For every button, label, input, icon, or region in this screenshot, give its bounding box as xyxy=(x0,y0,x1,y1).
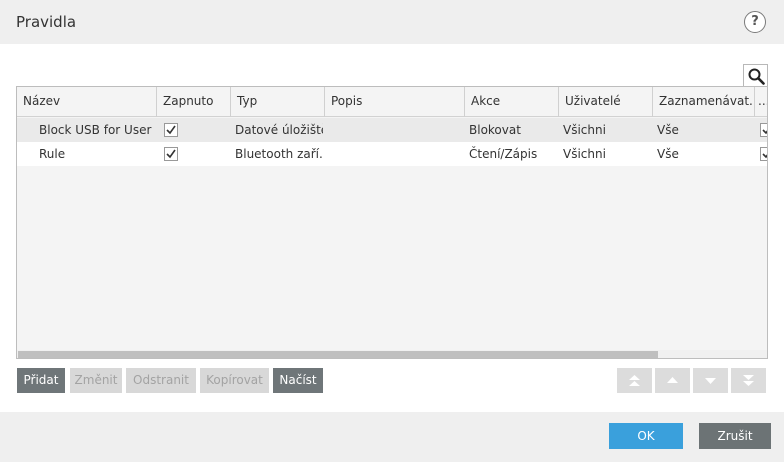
cell-type: Datové úložiště xyxy=(235,123,323,137)
ok-button[interactable]: OK xyxy=(609,423,683,449)
enabled-checkbox[interactable] xyxy=(164,123,178,137)
column-header-users[interactable]: Uživatelé xyxy=(559,87,653,117)
cancel-button[interactable]: Zrušit xyxy=(699,423,771,449)
scrollbar-thumb[interactable] xyxy=(18,351,658,358)
column-header-action[interactable]: Akce xyxy=(465,87,559,117)
search-icon[interactable] xyxy=(743,64,768,87)
cell-users: Všichni xyxy=(563,147,606,161)
title-bar xyxy=(0,0,784,44)
add-button[interactable]: Přidat xyxy=(17,368,65,393)
chevron-up-icon xyxy=(667,377,678,383)
help-icon[interactable]: ? xyxy=(744,11,766,33)
cell-type: Bluetooth zaří... xyxy=(235,147,323,161)
column-header-log[interactable]: Zaznamenávat... xyxy=(653,87,755,117)
move-up-button[interactable] xyxy=(655,368,690,393)
table-row[interactable]: Block USB for User Datové úložiště Bloko… xyxy=(17,118,767,142)
cell-description xyxy=(329,142,463,166)
double-chevron-down-icon xyxy=(743,375,754,386)
horizontal-scrollbar[interactable] xyxy=(17,350,767,358)
move-top-button[interactable] xyxy=(617,368,652,393)
table-header: Název Zapnuto Typ Popis Akce Uživatelé Z… xyxy=(17,87,767,117)
row-extra-checkbox[interactable] xyxy=(760,123,767,137)
column-header-more[interactable]: ... xyxy=(755,87,767,117)
column-header-name[interactable]: Název xyxy=(17,87,157,117)
column-header-description[interactable]: Popis xyxy=(325,87,465,117)
cell-log: Vše xyxy=(657,123,679,137)
cell-log: Vše xyxy=(657,147,679,161)
remove-button[interactable]: Odstranit xyxy=(126,368,196,393)
dialog-title: Pravidla xyxy=(16,13,77,31)
load-button[interactable]: Načíst xyxy=(273,368,323,393)
cell-name: Block USB for User xyxy=(39,123,152,137)
cell-users: Všichni xyxy=(563,123,606,137)
cell-action: Čtení/Zápis xyxy=(469,147,538,161)
enabled-checkbox[interactable] xyxy=(164,147,178,161)
chevron-down-icon xyxy=(705,378,716,384)
row-extra-checkbox[interactable] xyxy=(760,147,767,161)
copy-button[interactable]: Kopírovat xyxy=(200,368,269,393)
column-header-enabled[interactable]: Zapnuto xyxy=(157,87,231,117)
cell-description xyxy=(329,118,463,142)
table-row[interactable]: Rule Bluetooth zaří... Čtení/Zápis Všich… xyxy=(17,142,767,166)
rules-table: Název Zapnuto Typ Popis Akce Uživatelé Z… xyxy=(16,86,768,359)
move-bottom-button[interactable] xyxy=(731,368,766,393)
double-chevron-up-icon xyxy=(629,375,640,386)
cell-action: Blokovat xyxy=(469,123,521,137)
cell-name: Rule xyxy=(39,147,66,161)
move-down-button[interactable] xyxy=(693,368,728,393)
edit-button[interactable]: Změnit xyxy=(70,368,122,393)
column-header-type[interactable]: Typ xyxy=(231,87,325,117)
